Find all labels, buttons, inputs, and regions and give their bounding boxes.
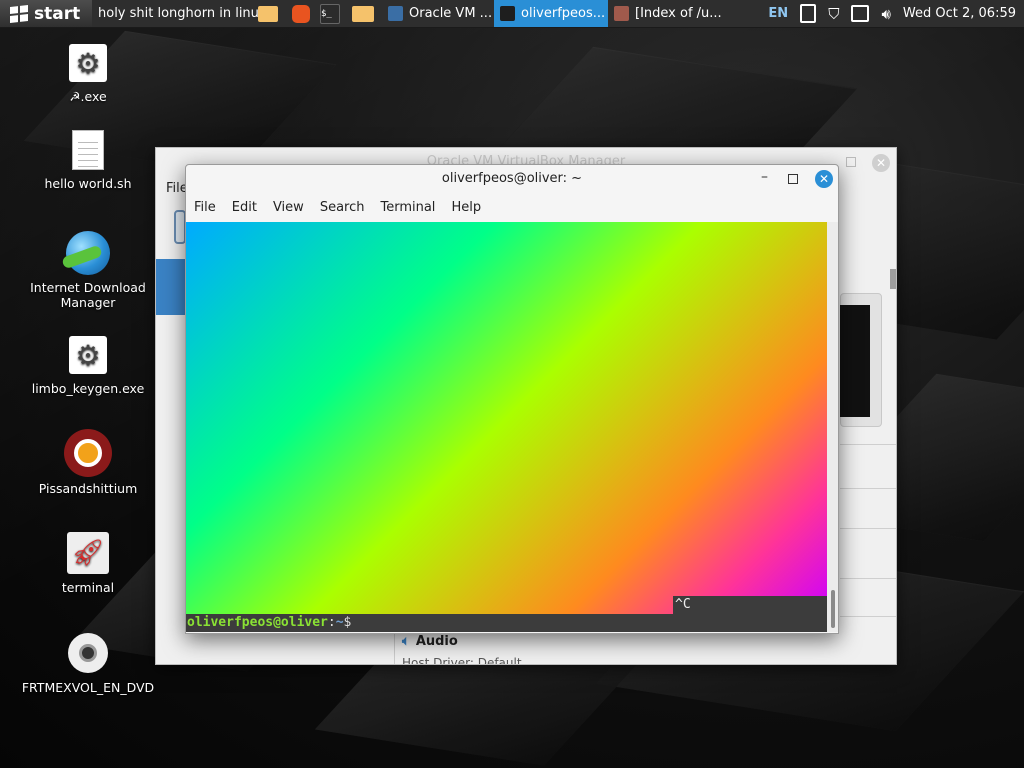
divider xyxy=(840,616,896,617)
files-icon xyxy=(352,5,374,22)
desktop-icon-label: FRTMEXVOL_EN_DVD xyxy=(21,680,155,695)
desktop-icon-label: ☭.exe xyxy=(69,89,107,104)
taskbar-item-oracle-vm[interactable]: Oracle VM ... xyxy=(382,0,494,27)
audio-section-header[interactable]: 🔈︎ Audio xyxy=(402,634,458,649)
taskbar-item-browser[interactable]: [Index of /u... xyxy=(608,0,724,27)
taskbar-item-ubuntu-app[interactable] xyxy=(282,0,316,27)
divider xyxy=(840,528,896,529)
divider xyxy=(840,578,896,579)
window-icon[interactable] xyxy=(851,5,870,22)
desktop-icon-label: hello world.sh xyxy=(44,176,132,191)
shield-icon[interactable]: ⛉ xyxy=(828,5,839,23)
close-button[interactable]: ✕ xyxy=(815,170,833,188)
maximize-button[interactable] xyxy=(846,157,856,167)
chromium-icon xyxy=(64,429,112,477)
terminal-app-icon: $_ xyxy=(320,3,340,24)
ubuntu-app-icon xyxy=(292,4,310,23)
idm-globe-icon xyxy=(61,231,110,275)
terminal-menubar: File Edit View Search Terminal Help xyxy=(194,200,481,215)
menu-edit[interactable]: Edit xyxy=(232,200,257,215)
desktop-icon-pissandshittium[interactable]: Pissandshittium xyxy=(23,429,153,496)
desktop-icon-limbo-keygen[interactable]: ⚙ limbo_keygen.exe xyxy=(23,335,153,396)
browser-icon xyxy=(614,6,629,21)
start-button[interactable]: start xyxy=(0,0,92,27)
close-button[interactable]: ✕ xyxy=(872,154,890,172)
text-file-icon xyxy=(72,130,104,170)
terminal-window-icon xyxy=(500,6,515,21)
vm-preview-screen xyxy=(840,305,870,417)
desktop-icon-label: limbo_keygen.exe xyxy=(31,381,145,396)
dvd-disc-icon xyxy=(68,633,108,673)
windows-logo-icon xyxy=(10,4,28,23)
language-indicator[interactable]: EN xyxy=(768,6,788,21)
taskbar: start holy shit longhorn in linux $_ Ora… xyxy=(0,0,1024,28)
taskbar-item-files[interactable] xyxy=(344,0,382,27)
desktop-icon-label: Pissandshittium xyxy=(38,481,138,496)
taskbar-item-label: Oracle VM ... xyxy=(409,6,493,21)
prompt-colon: : xyxy=(327,615,336,630)
minimize-button[interactable]: – xyxy=(761,169,768,185)
menu-view[interactable]: View xyxy=(273,200,304,215)
clipboard-icon[interactable] xyxy=(800,4,817,23)
menu-file[interactable]: File xyxy=(194,200,216,215)
maximize-button[interactable] xyxy=(788,174,798,184)
rocket-icon: 🚀︎ xyxy=(67,532,109,574)
speaker-icon: 🔈︎ xyxy=(402,634,410,649)
taskbar-item-label: oliverfpeos... xyxy=(521,6,606,21)
clock[interactable]: Wed Oct 2, 06:59 xyxy=(903,6,1016,21)
taskbar-item-holy-shit-longhorn[interactable]: holy shit longhorn in linux xyxy=(92,0,267,27)
prompt-path: ~ xyxy=(335,615,344,630)
system-tray: EN ⛉ 🔊︎ Wed Oct 2, 06:59 xyxy=(768,4,1024,23)
taskbar-item-terminal-app[interactable]: $_ xyxy=(316,0,344,27)
gear-icon: ⚙ xyxy=(69,336,107,374)
terminal-prompt-line[interactable]: oliverfpeos@oliver:~$ xyxy=(186,614,827,632)
audio-label: Audio xyxy=(415,634,458,649)
gear-icon: ⚙ xyxy=(69,44,107,82)
terminal-scrollbar[interactable] xyxy=(827,222,838,632)
taskbar-item-label: [Index of /u... xyxy=(635,6,722,21)
start-label: start xyxy=(34,3,81,24)
vm-list-selected-item[interactable] xyxy=(156,259,186,315)
terminal-output-area[interactable]: ^C xyxy=(186,222,827,614)
volume-icon[interactable]: 🔊︎ xyxy=(881,5,890,23)
desktop-icon-label: terminal xyxy=(61,580,115,595)
desktop-icon-dvd[interactable]: FRTMEXVOL_EN_DVD xyxy=(21,632,155,695)
menu-search[interactable]: Search xyxy=(320,200,365,215)
scrollbar-thumb[interactable] xyxy=(831,590,835,628)
prompt-user: oliverfpeos@oliver xyxy=(187,615,328,630)
prompt-symbol: $ xyxy=(343,615,352,630)
menu-help[interactable]: Help xyxy=(451,200,481,215)
divider xyxy=(840,488,896,489)
menu-terminal[interactable]: Terminal xyxy=(380,200,435,215)
desktop-icon-hello-world[interactable]: hello world.sh xyxy=(23,130,153,191)
taskbar-item-label: holy shit longhorn in linux xyxy=(98,6,267,21)
divider xyxy=(840,444,896,445)
desktop-icon-terminal[interactable]: 🚀︎ terminal xyxy=(23,532,153,595)
taskbar-item-folder[interactable] xyxy=(254,0,282,27)
desktop-icon-idm[interactable]: Internet Download Manager xyxy=(23,230,153,310)
interrupt-text: ^C xyxy=(673,596,827,614)
terminal-window[interactable]: oliverfpeos@oliver: ~ – ✕ File Edit View… xyxy=(185,164,839,634)
host-driver-text: Host Driver: Default xyxy=(402,656,522,664)
taskbar-item-terminal-window[interactable]: oliverfpeos... xyxy=(494,0,608,27)
desktop-icon-label: Internet Download Manager xyxy=(30,280,146,310)
details-scrollbar[interactable] xyxy=(890,269,896,289)
folder-icon xyxy=(258,5,278,22)
desktop-icon-hammer-exe[interactable]: ⚙ ☭.exe xyxy=(23,43,153,104)
virtualbox-icon xyxy=(388,6,403,21)
terminal-title: oliverfpeos@oliver: ~ xyxy=(441,171,583,186)
